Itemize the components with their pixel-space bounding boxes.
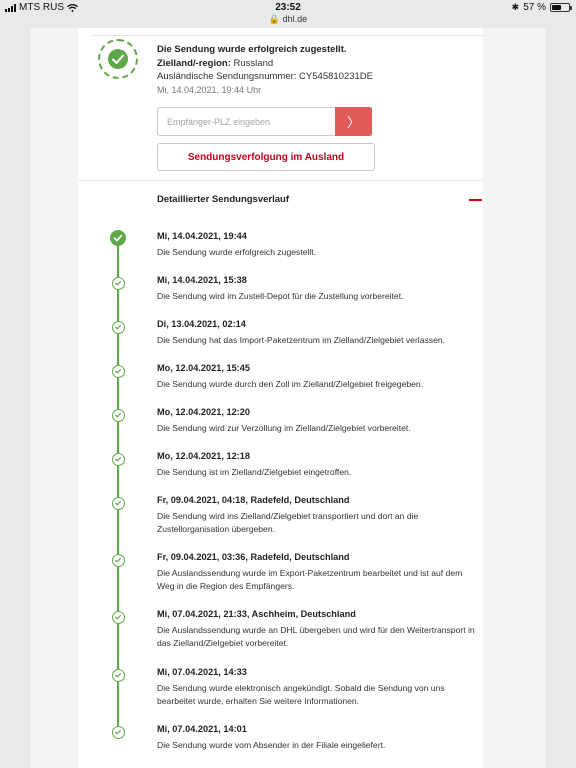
timeline-node-check-icon: [111, 365, 125, 378]
lock-icon: 🔒: [268, 14, 281, 24]
event-datetime: Mo, 12.04.2021, 12:18: [157, 451, 250, 461]
destination-value: Russland: [233, 57, 274, 69]
event-description: Die Sendung wurde elektronisch angekündi…: [157, 683, 445, 706]
event-datetime: Di, 13.04.2021, 02:14: [157, 319, 246, 329]
event-description: Die Sendung wurde durch den Zoll im Ziel…: [157, 379, 424, 389]
check-icon: [113, 234, 123, 242]
battery-label: 57 %: [523, 2, 546, 13]
timeline-event: Mo, 12.04.2021, 12:18 Die Sendung ist im …: [157, 450, 482, 479]
timeline-node-check-icon: [111, 277, 125, 290]
page-margin-right: [483, 28, 546, 768]
timeline-event: Mo, 12.04.2021, 15:45 Die Sendung wurde d…: [157, 362, 482, 391]
timeline-event: Mo, 12.04.2021, 12:20 Die Sendung wird zu…: [157, 406, 482, 435]
destination-label: Zielland/-region:: [157, 57, 231, 69]
event-description: Die Sendung wird im Zustell-Depot für di…: [157, 291, 404, 301]
delivery-status-text: Die Sendung wurde erfolgreich zugestellt…: [157, 44, 347, 55]
divider: [78, 180, 483, 181]
event-datetime: Mo, 12.04.2021, 15:45: [157, 363, 250, 373]
event-datetime: Mi, 07.04.2021, 14:01: [157, 724, 247, 734]
battery-icon: [550, 3, 572, 12]
history-title: Detaillierter Sendungsverlauf: [157, 194, 289, 205]
event-description: Die Sendung ist im Zielland/Zielgebiet e…: [157, 467, 352, 477]
event-description: Die Sendung wird ins Zielland/Zielgebiet…: [157, 511, 419, 534]
timeline-node-check-icon: [111, 497, 125, 510]
chevron-right-icon: 〉: [346, 115, 360, 130]
timeline-event: Fr, 09.04.2021, 04:18, Radefeld, Deutsch…: [157, 494, 482, 536]
event-datetime: Mi, 07.04.2021, 21:33, Aschheim, Deutsch…: [157, 609, 356, 619]
event-datetime: Mi, 14.04.2021, 19:44: [157, 231, 247, 241]
bluetooth-icon: ✱: [511, 2, 520, 12]
device-status: ✱ 57 %: [511, 2, 572, 13]
event-datetime: Fr, 09.04.2021, 04:18, Radefeld, Deutsch…: [157, 495, 350, 505]
event-description: Die Sendung wurde vom Absender in der Fi…: [157, 740, 386, 750]
delivery-datetime: Mi, 14.04.2021, 19:44 Uhr: [157, 84, 262, 95]
status-bar: MTS RUS 23:52 🔒 dhl.de ✱ 57 %: [0, 0, 576, 28]
timeline-node-check-icon: [111, 726, 125, 739]
timeline-line: [117, 238, 119, 732]
timeline-node-check-icon: [111, 409, 125, 422]
event-datetime: Mo, 12.04.2021, 12:20: [157, 407, 250, 417]
url-text: dhl.de: [282, 14, 308, 24]
timeline-event: Mi, 07.04.2021, 14:01 Die Sendung wurde v…: [157, 723, 482, 752]
timeline-event: Mi, 14.04.2021, 19:44 Die Sendung wurde e…: [157, 230, 482, 259]
timeline-event: Fr, 09.04.2021, 03:36, Radefeld, Deutsch…: [157, 551, 482, 593]
tracking-card: Die Sendung wurde erfolgreich zugestellt…: [78, 28, 483, 768]
foreign-tracking-number: Ausländische Sendungsnummer: CY545810231…: [157, 71, 373, 82]
page-margin-left: [30, 28, 78, 768]
international-tracking-button[interactable]: Sendungsverfolgung im Ausland: [157, 143, 375, 171]
address-bar[interactable]: 🔒 dhl.de: [0, 14, 576, 25]
delivered-status-icon: [98, 39, 138, 79]
timeline-event: Mi, 07.04.2021, 21:33, Aschheim, Deutsch…: [157, 608, 482, 650]
event-datetime: Fr, 09.04.2021, 03:36, Radefeld, Deutsch…: [157, 552, 350, 562]
destination-row: Zielland/-region: Russland: [157, 57, 373, 71]
timeline-node-check-icon: [111, 611, 125, 624]
event-description: Die Auslandssendung wurde an DHL übergeb…: [157, 625, 475, 648]
collapse-minus-icon[interactable]: [469, 199, 482, 201]
timeline-node-check-icon: [111, 453, 125, 466]
timeline-node-current-icon: [110, 230, 126, 246]
event-description: Die Sendung wird zur Verzollung im Ziell…: [157, 423, 411, 433]
timeline-node-check-icon: [111, 554, 125, 567]
timeline-event: Mi, 07.04.2021, 14:33 Die Sendung wurde e…: [157, 666, 482, 708]
timeline-node-check-icon: [111, 669, 125, 682]
event-description: Die Sendung wurde erfolgreich zugestellt…: [157, 247, 317, 257]
timeline-node-check-icon: [111, 321, 125, 334]
clock: 23:52: [275, 2, 301, 13]
event-description: Die Auslandssendung wurde im Export-Pake…: [157, 568, 463, 591]
event-description: Die Sendung hat das Import-Paketzentrum …: [157, 335, 446, 345]
timeline-event: Di, 13.04.2021, 02:14 Die Sendung hat das…: [157, 318, 482, 347]
divider: [92, 35, 483, 36]
event-datetime: Mi, 14.04.2021, 15:38: [157, 275, 247, 285]
event-datetime: Mi, 07.04.2021, 14:33: [157, 667, 247, 677]
timeline-event: Mi, 14.04.2021, 15:38 Die Sendung wird im…: [157, 274, 482, 303]
zip-submit-button[interactable]: 〉: [335, 107, 372, 136]
shipment-summary: Die Sendung wurde erfolgreich zugestellt…: [157, 43, 373, 97]
check-icon: [112, 54, 124, 64]
